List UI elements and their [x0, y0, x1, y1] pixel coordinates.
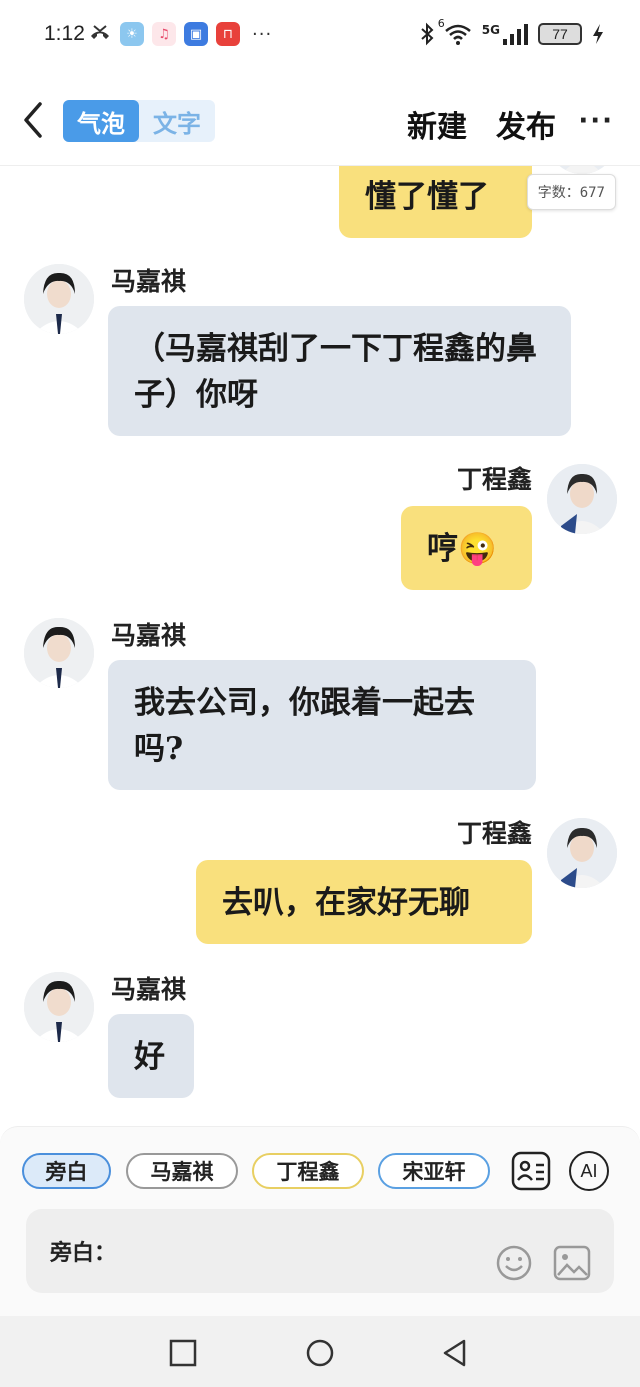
emoji-icon[interactable]	[496, 1245, 532, 1281]
recents-square-icon[interactable]	[168, 1338, 198, 1368]
avatar-photo	[547, 464, 617, 534]
avatar-photo	[547, 166, 617, 174]
tab-bubble[interactable]: 气泡	[63, 100, 139, 142]
avatar[interactable]	[24, 618, 94, 688]
avatar-photo	[547, 818, 617, 888]
mode-switch: 气泡 文字	[63, 100, 215, 142]
system-icons: 6 5G 77	[420, 17, 604, 46]
role-chip-narrator[interactable]: 旁白	[22, 1153, 111, 1189]
speaker-name: 马嘉祺	[111, 267, 187, 296]
weather-app-icon: ☀	[120, 22, 144, 46]
message-bubble[interactable]: （马嘉祺刮了一下丁程鑫的鼻子）你呀	[108, 306, 571, 436]
role-chip-song-yaxuan[interactable]: 宋亚轩	[378, 1153, 490, 1189]
avatar[interactable]	[547, 818, 617, 888]
new-button[interactable]: 新建	[407, 102, 467, 146]
system-nav-bar	[0, 1316, 640, 1387]
avatar-photo	[24, 264, 94, 334]
wifi-badge: 6	[437, 17, 445, 30]
avatar-photo	[24, 972, 94, 1042]
signal-icon	[503, 24, 528, 45]
music-app-icon: ♫	[152, 22, 176, 46]
status-bar: 1:12 ☀ ♫ ▣ ⊓ ··· 6 5G 77	[0, 0, 640, 70]
compose-panel: 旁白 马嘉祺 丁程鑫 宋亚轩 AI 旁白：	[0, 1126, 640, 1316]
message-bubble[interactable]: 懂了懂了	[339, 166, 532, 238]
compose-input[interactable]: 旁白：	[26, 1209, 614, 1293]
speaker-name: 丁程鑫	[456, 819, 532, 848]
status-time: 1:12	[44, 22, 85, 45]
role-chip-ma-jiaqi[interactable]: 马嘉祺	[126, 1153, 238, 1189]
back-arrow-icon[interactable]	[20, 100, 48, 140]
speaker-name: 丁程鑫	[456, 465, 532, 494]
word-count-badge: 字数：677	[526, 174, 616, 210]
app-header: 气泡 文字 新建 发布 ···	[0, 70, 640, 166]
home-circle-icon[interactable]	[305, 1338, 335, 1368]
speaker-name: 马嘉祺	[111, 975, 187, 1004]
wallet-app-icon: ▣	[184, 22, 208, 46]
input-role-prefix: 旁白：	[50, 1240, 117, 1266]
avatar[interactable]	[547, 166, 617, 174]
message-bubble[interactable]: 好	[108, 1014, 194, 1098]
ai-icon[interactable]: AI	[569, 1151, 609, 1191]
chat-area[interactable]: 懂了懂了 字数：677 马嘉祺 （马嘉祺刮了一下丁程鑫的鼻子）你呀 丁程鑫 哼😜…	[0, 166, 640, 1126]
avatar[interactable]	[24, 972, 94, 1042]
message-bubble[interactable]: 去叭，在家好无聊	[196, 860, 532, 944]
bluetooth-icon	[421, 22, 434, 46]
avatar-photo	[24, 618, 94, 688]
image-icon[interactable]	[553, 1245, 591, 1281]
charging-icon	[593, 24, 603, 44]
network-type: 5G	[481, 23, 500, 37]
battery-indicator: 77	[538, 23, 582, 45]
more-menu-button[interactable]: ···	[578, 106, 614, 136]
avatar[interactable]	[24, 264, 94, 334]
message-bubble[interactable]: 我去公司，你跟着一起去吗?	[108, 660, 536, 790]
more-notifications-icon: ···	[252, 23, 273, 45]
back-triangle-icon[interactable]	[440, 1338, 470, 1368]
contacts-card-icon[interactable]	[511, 1151, 551, 1191]
avatar[interactable]	[547, 464, 617, 534]
missed-call-icon	[91, 25, 109, 39]
tab-text[interactable]: 文字	[139, 100, 215, 142]
role-chip-ding-chengxin[interactable]: 丁程鑫	[252, 1153, 364, 1189]
message-bubble[interactable]: 哼😜	[401, 506, 532, 590]
speaker-name: 马嘉祺	[111, 621, 187, 650]
notification-icons: ☀ ♫ ▣ ⊓ ···	[88, 22, 272, 46]
publish-button[interactable]: 发布	[496, 102, 556, 146]
wifi-icon	[444, 24, 471, 45]
huawei-store-icon: ⊓	[216, 22, 240, 46]
